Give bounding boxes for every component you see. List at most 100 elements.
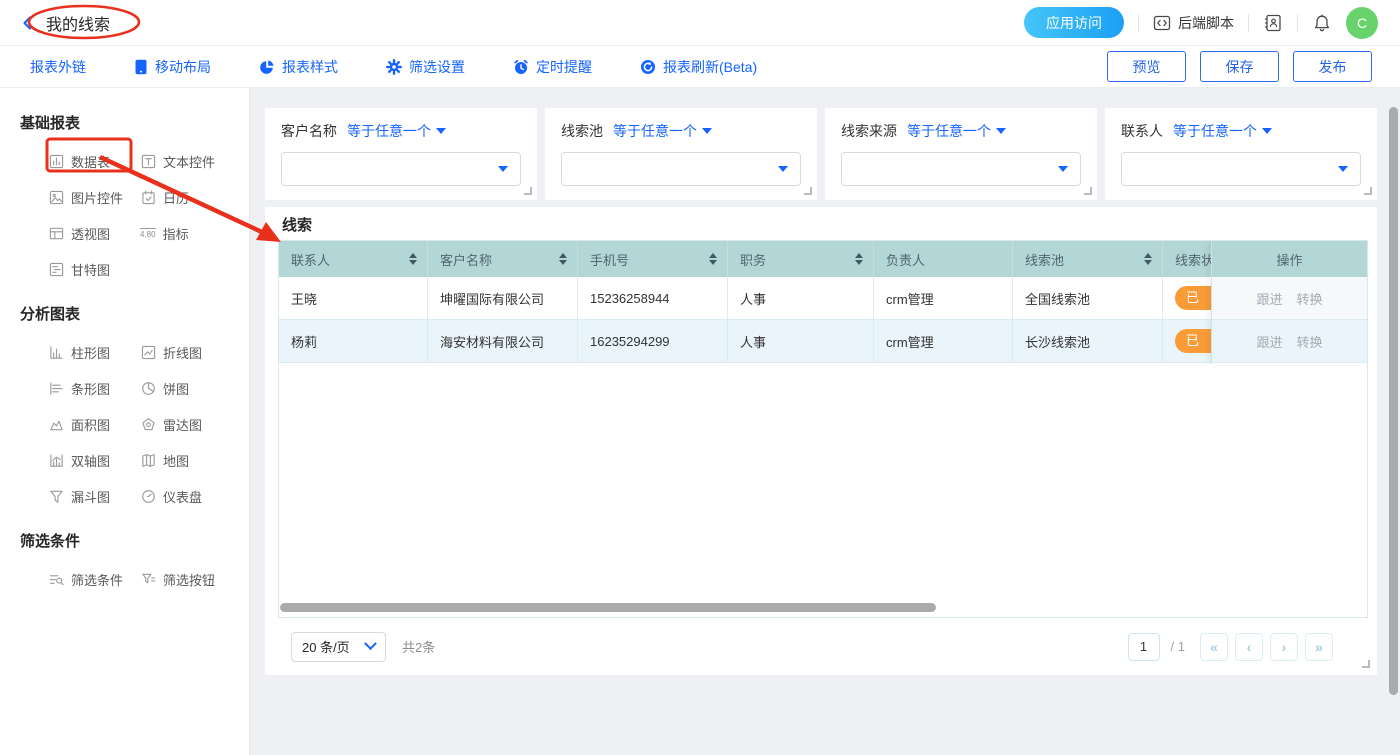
filter-widget-customer-name[interactable]: 客户名称 等于任意一个 [265,108,537,200]
toolbar-item-report-refresh[interactable]: 报表刷新(Beta) [640,57,757,77]
sidebar-item-filter-condition[interactable]: 筛选条件 [48,570,140,589]
toolbar-item-filter-settings[interactable]: 筛选设置 [386,57,465,77]
sort-icon[interactable] [855,253,863,265]
resize-handle[interactable] [524,187,532,195]
convert-link[interactable]: 转换 [1297,289,1323,308]
app-access-button[interactable]: 应用访问 [1024,7,1124,38]
follow-up-link[interactable]: 跟进 [1256,289,1282,308]
prev-page-button[interactable]: ‹ [1235,633,1263,661]
filter-condition-dropdown[interactable]: 等于任意一个 [613,121,712,141]
column-header-owner[interactable]: 负责人 [874,241,1013,277]
column-header-actions: 操作 [1212,241,1367,277]
sidebar-item-pie-chart[interactable]: 饼图 [140,379,249,398]
convert-link[interactable]: 转换 [1297,332,1323,351]
sidebar-item-line-chart[interactable]: 折线图 [140,343,249,362]
indicator-icon: 4,80 [140,228,156,239]
filter-condition-dropdown[interactable]: 等于任意一个 [1173,121,1272,141]
next-page-button[interactable]: › [1270,633,1298,661]
publish-button[interactable]: 发布 [1293,51,1372,82]
sidebar-item-radar-chart[interactable]: 雷达图 [140,415,249,434]
table-header-row: 联系人 客户名称 手机号 职务 负责人 [279,241,1367,277]
page-number-input[interactable] [1128,633,1160,661]
backend-script-button[interactable]: 后端脚本 [1153,13,1234,33]
sidebar-item-gauge[interactable]: 仪表盘 [140,487,249,506]
alarm-icon [513,59,529,75]
follow-up-link[interactable]: 跟进 [1256,332,1282,351]
app-header: 我的线索 应用访问 后端脚本 C [0,0,1400,46]
sidebar-item-calendar[interactable]: 日历 [140,188,249,207]
resize-handle[interactable] [1364,187,1372,195]
toolbar-item-report-style[interactable]: 报表样式 [259,57,338,77]
column-header-contact[interactable]: 联系人 [279,241,428,277]
sidebar-item-data-table[interactable]: 数据表 [48,152,140,171]
resize-handle[interactable] [804,187,812,195]
divider [1297,14,1298,32]
caret-down-icon [498,166,508,172]
toolbar-item-mobile-layout[interactable]: 移动布局 [134,57,211,77]
filter-widget-lead-source[interactable]: 线索来源 等于任意一个 [825,108,1097,200]
sidebar-item-funnel-chart[interactable]: 漏斗图 [48,487,140,506]
cell-company: 海安材料有限公司 [428,320,578,362]
sidebar-item-dual-axis-chart[interactable]: 双轴图 [48,451,140,470]
toolbar-item-scheduled-reminder[interactable]: 定时提醒 [513,57,592,77]
column-header-company[interactable]: 客户名称 [428,241,578,277]
column-header-position[interactable]: 职务 [728,241,874,277]
filter-value-select[interactable] [561,152,801,186]
filter-widget-lead-pool[interactable]: 线索池 等于任意一个 [545,108,817,200]
resize-handle[interactable] [1362,660,1370,668]
sidebar-item-text-widget[interactable]: 文本控件 [140,152,249,171]
filter-value-select[interactable] [1121,152,1361,186]
horizontal-scrollbar[interactable] [280,603,936,612]
resize-handle[interactable] [1084,187,1092,195]
gauge-icon [140,489,156,505]
section-title-analysis-charts: 分析图表 [20,303,249,324]
save-button[interactable]: 保存 [1200,51,1279,82]
sort-icon[interactable] [709,253,717,265]
back-button[interactable] [20,15,36,31]
sidebar-item-image-widget[interactable]: 图片控件 [48,188,140,207]
text-widget-icon [140,154,156,170]
first-page-button[interactable]: « [1200,633,1228,661]
sidebar-item-column-chart[interactable]: 柱形图 [48,343,140,362]
cell-contact: 王晓 [279,277,428,319]
last-page-button[interactable]: » [1305,633,1333,661]
funnel-chart-icon [48,489,64,505]
sidebar-item-pivot-table[interactable]: 透视图 [48,224,140,243]
vertical-scrollbar[interactable] [1389,107,1398,695]
cell-owner: crm管理 [874,320,1013,362]
column-header-pool[interactable]: 线索池 [1013,241,1163,277]
sidebar-item-map[interactable]: 地图 [140,451,249,470]
sidebar-item-gantt[interactable]: 甘特图 [48,260,140,279]
page-title: 我的线索 [46,11,110,35]
report-canvas: 客户名称 等于任意一个 线索池 等于任意一个 线索来源 [250,88,1400,755]
sort-icon[interactable] [559,253,567,265]
cell-contact: 杨莉 [279,320,428,362]
filter-value-select[interactable] [281,152,521,186]
preview-button[interactable]: 预览 [1107,51,1186,82]
caret-down-icon [996,128,1006,134]
filter-condition-dropdown[interactable]: 等于任意一个 [347,121,446,141]
contacts-book-button[interactable] [1263,13,1283,33]
table-row[interactable]: 王晓 坤曜国际有限公司 15236258944 人事 crm管理 全国线索池 已 [279,277,1367,320]
leads-table-widget[interactable]: 线索 联系人 客户名称 手机号 职务 [265,207,1377,675]
sidebar-item-bar-chart[interactable]: 条形图 [48,379,140,398]
filter-condition-icon [48,572,64,588]
column-header-phone[interactable]: 手机号 [578,241,728,277]
sidebar-item-indicator[interactable]: 4,80 指标 [140,224,249,243]
page-size-select[interactable]: 20 条/页 [291,632,386,662]
image-widget-icon [48,190,64,206]
section-title-filter-conditions: 筛选条件 [20,530,249,551]
filter-label: 客户名称 [281,121,337,141]
filter-condition-dropdown[interactable]: 等于任意一个 [907,121,1006,141]
chevron-down-icon [364,637,377,650]
toolbar-item-external-link[interactable]: 报表外链 [30,57,86,77]
sidebar-item-area-chart[interactable]: 面积图 [48,415,140,434]
filter-value-select[interactable] [841,152,1081,186]
sort-icon[interactable] [409,253,417,265]
notifications-button[interactable] [1312,13,1332,33]
filter-widget-contact[interactable]: 联系人 等于任意一个 [1105,108,1377,200]
sidebar-item-filter-button[interactable]: 筛选按钮 [140,570,249,589]
table-row[interactable]: 杨莉 海安材料有限公司 16235294299 人事 crm管理 长沙线索池 已 [279,320,1367,363]
sort-icon[interactable] [1144,253,1152,265]
avatar[interactable]: C [1346,7,1378,39]
